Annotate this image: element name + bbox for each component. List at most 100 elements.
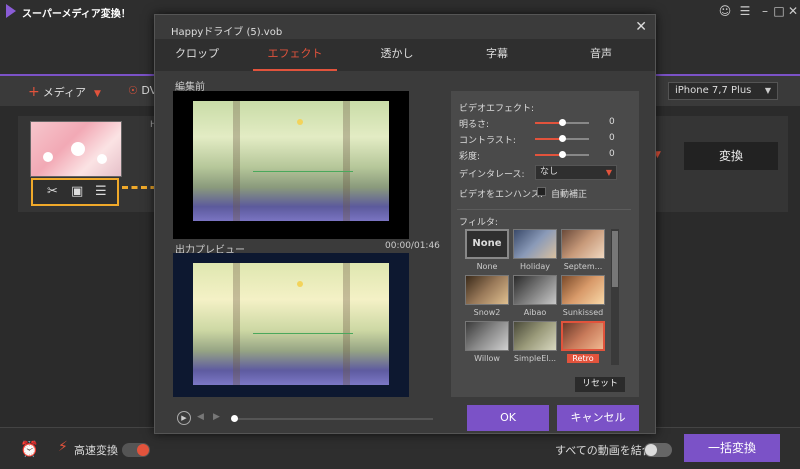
filter-label: Septem... [563, 262, 603, 271]
filter-simpleelegant[interactable]: SimpleEl... [513, 321, 557, 367]
cancel-button[interactable]: キャンセル [557, 405, 639, 431]
add-media-label: メディア [42, 86, 86, 99]
previous-frame-icon[interactable]: ◀ [197, 412, 204, 422]
filter-scrollbar[interactable] [611, 229, 619, 365]
toggle-knob [137, 444, 149, 456]
add-dvd-button[interactable]: ☉ DV [128, 84, 157, 97]
chevron-down-icon: ▼ [605, 168, 612, 177]
next-frame-icon[interactable]: ▶ [213, 412, 220, 422]
contrast-slider[interactable] [535, 135, 589, 142]
scrollbar-thumb[interactable] [612, 231, 618, 287]
tab-audio[interactable]: 音声 [559, 39, 643, 71]
batch-convert-button[interactable]: 一括変換 [684, 434, 780, 462]
thumbnail-detail [43, 152, 53, 162]
filter-retro[interactable]: Retro [561, 321, 605, 367]
add-media-button[interactable]: + メディア ▼ [28, 84, 101, 100]
filter-label: Retro [567, 354, 599, 363]
tab-effects[interactable]: エフェクト [253, 39, 337, 71]
filter-thumbnail [465, 321, 509, 351]
deinterlace-label: デインタレース: [459, 170, 525, 180]
filter-label: Sunkissed [562, 308, 604, 317]
app-logo-icon [6, 4, 16, 18]
filter-thumbnail [561, 229, 605, 259]
filter-thumbnail [513, 275, 557, 305]
filter-thumbnail [465, 275, 509, 305]
filter-thumbnail: None [465, 229, 509, 259]
app-title: スーパーメディア変換！ [22, 9, 131, 20]
filter-none[interactable]: None None [465, 229, 509, 275]
ok-button[interactable]: OK [467, 405, 549, 431]
edit-dialog: Happyドライブ (5).vob ✕ クロップ エフェクト 透かし 字幕 音声… [154, 14, 656, 434]
play-icon[interactable]: ▶ [177, 411, 191, 425]
edit-tools-highlight: ✂ ▣ ☰ [31, 178, 119, 206]
slider-knob[interactable] [559, 119, 566, 126]
saturation-slider[interactable] [535, 151, 589, 158]
auto-enhance-label: 自動補正 [551, 190, 588, 200]
deinterlace-value: なし [540, 167, 559, 177]
user-icon[interactable]: ☺ [716, 2, 734, 20]
original-video-preview [173, 91, 409, 239]
slider-knob[interactable] [559, 151, 566, 158]
brightness-slider[interactable] [535, 119, 589, 126]
filter-thumbnail [513, 321, 557, 351]
crop-icon[interactable]: ▣ [71, 184, 83, 199]
frame-detail [253, 171, 353, 172]
thumbnail-detail [71, 142, 85, 156]
filter-sunkissed[interactable]: Sunkissed [561, 275, 605, 321]
playback-controls: ▶ ◀ ▶ [173, 411, 433, 427]
output-video-preview [173, 253, 409, 397]
frame-detail [233, 101, 240, 221]
original-video-frame [193, 101, 389, 221]
close-icon[interactable]: ✕ [784, 2, 800, 20]
chevron-down-icon[interactable]: ▼ [94, 89, 101, 99]
deinterlace-select[interactable]: なし ▼ [535, 165, 617, 180]
dialog-title: Happyドライブ (5).vob [171, 27, 283, 38]
tab-watermark[interactable]: 透かし [355, 39, 439, 71]
progress-track[interactable] [233, 418, 433, 420]
plus-icon: + [28, 84, 40, 100]
divider [457, 209, 631, 210]
slider-fill [535, 154, 562, 156]
contrast-label: コントラスト: [459, 136, 516, 146]
progress-knob[interactable] [231, 415, 238, 422]
brightness-label: 明るさ: [459, 120, 490, 130]
filter-label: None [476, 262, 498, 271]
tab-bar: クロップ エフェクト 透かし 字幕 音声 [155, 39, 655, 71]
brightness-value: 0 [609, 117, 615, 127]
filter-thumbnail [561, 321, 605, 351]
effects-settings-icon[interactable]: ☰ [95, 184, 107, 199]
enhance-label: ビデオをエンハンス: [459, 190, 543, 200]
frame-detail [297, 281, 303, 287]
auto-enhance-checkbox[interactable] [537, 187, 546, 196]
filter-label: Aibao [523, 308, 547, 317]
toggle-knob [645, 444, 657, 456]
alarm-clock-icon[interactable]: ⏰ [20, 440, 39, 458]
filter-label: Willow [474, 354, 500, 363]
output-device-select[interactable]: iPhone 7,7 Plus ▼ [668, 82, 778, 100]
filter-september[interactable]: Septem... [561, 229, 605, 275]
effects-panel: ビデオエフェクト: 明るさ: 0 コントラスト: 0 彩度: 0 デインタレース… [451, 91, 639, 397]
filter-willow[interactable]: Willow [465, 321, 509, 367]
output-device-value: iPhone 7,7 Plus [675, 85, 752, 96]
frame-detail [233, 263, 240, 385]
fast-convert-toggle[interactable] [122, 443, 150, 457]
menu-icon[interactable]: ☰ [736, 2, 754, 20]
lightning-icon: ⚡ [58, 439, 68, 455]
video-thumbnail[interactable] [30, 121, 122, 177]
reset-button[interactable]: リセット [575, 377, 625, 392]
cut-icon[interactable]: ✂ [47, 184, 58, 199]
fast-convert-label: 高速変換 [74, 444, 118, 457]
thumbnail-detail [97, 154, 107, 164]
contrast-value: 0 [609, 133, 615, 143]
filter-holiday[interactable]: Holiday [513, 229, 557, 275]
merge-videos-toggle[interactable] [644, 443, 672, 457]
merge-videos-label: すべての動画を結合 [555, 444, 653, 457]
filter-aibao[interactable]: Aibao [513, 275, 557, 321]
filter-snow2[interactable]: Snow2 [465, 275, 509, 321]
tab-subtitle[interactable]: 字幕 [455, 39, 539, 71]
frame-detail [343, 101, 350, 221]
tab-crop[interactable]: クロップ [155, 39, 239, 71]
close-icon[interactable]: ✕ [635, 19, 647, 35]
convert-button[interactable]: 変換 [684, 142, 778, 170]
slider-knob[interactable] [559, 135, 566, 142]
